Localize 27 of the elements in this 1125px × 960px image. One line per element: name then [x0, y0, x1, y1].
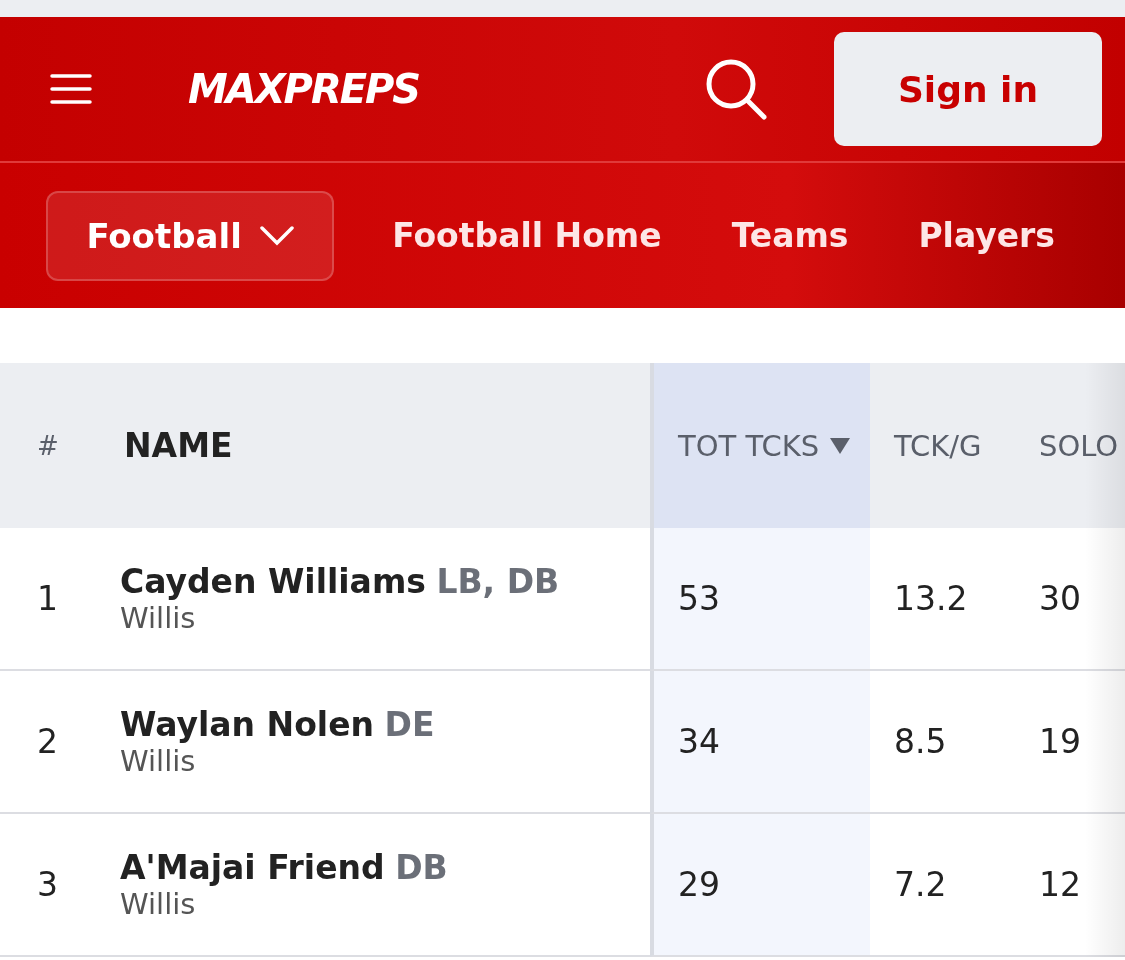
- player-position: DE: [384, 705, 435, 744]
- stat-cell: 53: [650, 528, 870, 671]
- column-header[interactable]: #: [0, 363, 100, 528]
- player-name[interactable]: A'Majai Friend: [120, 848, 385, 887]
- school-name: Willis: [120, 601, 196, 635]
- stat-cell: 34: [650, 671, 870, 814]
- search-icon[interactable]: [704, 57, 768, 121]
- nav-link[interactable]: Teams: [731, 216, 849, 255]
- school-name: Willis: [120, 744, 196, 778]
- column-header[interactable]: TCK/G: [870, 363, 1015, 528]
- nav-link[interactable]: Football Home: [392, 216, 662, 255]
- player-name[interactable]: Cayden Williams: [120, 562, 426, 601]
- column-header[interactable]: NAME: [100, 363, 650, 528]
- nav-link[interactable]: Players: [918, 216, 1055, 255]
- sport-dropdown[interactable]: Football: [46, 190, 335, 281]
- stat-cell: 29: [650, 814, 870, 957]
- column-header[interactable]: TOT TCKS: [650, 363, 870, 528]
- logo[interactable]: MAXPREPS: [188, 66, 420, 112]
- school-name: Willis: [120, 887, 196, 921]
- column-header[interactable]: SOLO: [1015, 363, 1125, 528]
- chevron-icon: [259, 225, 294, 246]
- player-position: LB, DB: [436, 562, 560, 601]
- player-name[interactable]: Waylan Nolen: [120, 705, 375, 744]
- player-position: DB: [395, 848, 448, 887]
- sign-in-button[interactable]: Sign in: [834, 32, 1102, 146]
- menu-icon[interactable]: [50, 73, 92, 105]
- sort-down-icon: [829, 436, 852, 455]
